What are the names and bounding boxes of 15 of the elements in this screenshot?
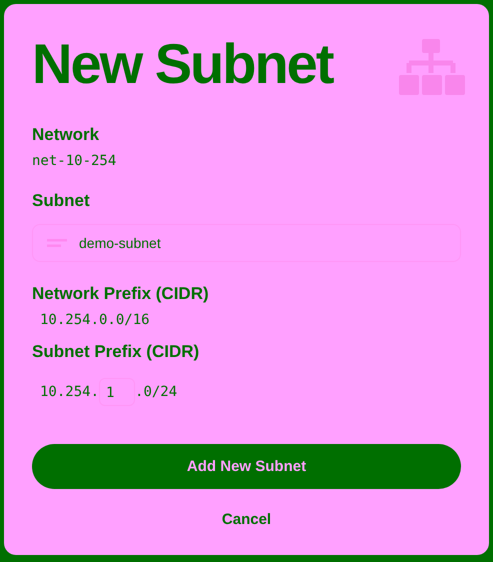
lines-icon [47,239,67,247]
suffix-text: .0/24 [135,384,178,400]
network-icon [399,39,465,95]
cancel-button[interactable]: Cancel [218,509,276,530]
field-label: Network Prefix (CIDR) [32,284,210,304]
field-label: Subnet Prefix (CIDR) [32,342,200,362]
subnet-input[interactable]: demo-subnet [32,224,461,262]
network-value: net-10-254 [32,153,118,169]
add-subnet-button[interactable]: Add New Subnet [32,444,461,489]
field-label: Network [32,125,100,145]
field-label: Subnet [32,191,91,211]
octet-input[interactable]: 1 [99,378,136,406]
prefix-text: 10.254. [40,384,100,400]
network-prefix-value: 10.254.0.0/16 [40,312,151,328]
dialog-title: New Subnet [32,34,332,94]
